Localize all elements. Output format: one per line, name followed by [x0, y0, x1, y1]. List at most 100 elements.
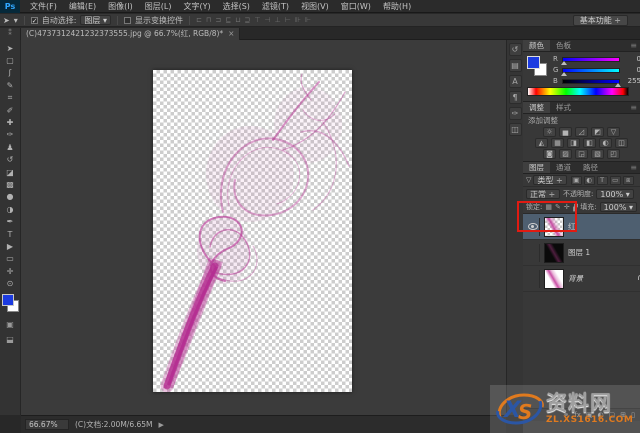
layer-filter-dropdown[interactable]: 类型 ÷	[533, 175, 567, 185]
document-canvas[interactable]	[153, 70, 352, 392]
levels-icon[interactable]: ▅	[559, 127, 572, 137]
layer-row-red[interactable]: 红	[523, 214, 640, 240]
crop-tool[interactable]: ⌗	[1, 92, 20, 104]
menu-image[interactable]: 图像(I)	[102, 0, 139, 13]
align-h-centers-icon[interactable]: ⊓	[206, 16, 211, 24]
document-tab[interactable]: (C)4737312421232373555.jpg @ 66.7%(红, RG…	[21, 28, 241, 40]
blur-tool[interactable]: ●	[1, 191, 20, 203]
eraser-tool[interactable]: ◪	[1, 166, 20, 178]
blue-slider[interactable]	[562, 78, 621, 87]
distribute-bottom-icon[interactable]: ⊥	[275, 16, 281, 24]
visibility-toggle[interactable]	[526, 243, 540, 262]
menu-layer[interactable]: 图层(L)	[139, 0, 178, 13]
exposure-icon[interactable]: ◩	[591, 127, 604, 137]
filter-pixel-layers-icon[interactable]: ▣	[570, 175, 582, 185]
align-top-edges-icon[interactable]: ⊑	[225, 16, 231, 24]
brightness-contrast-icon[interactable]: ☼	[543, 127, 556, 137]
history-panel-icon[interactable]: ↺	[508, 43, 522, 56]
quick-mask-button[interactable]: ▣	[1, 318, 20, 331]
threshold-icon[interactable]: ◲	[575, 149, 588, 159]
color-lookup-icon[interactable]: ◫	[615, 138, 628, 148]
brush-panel-icon[interactable]: ✑	[508, 107, 522, 120]
tab-styles[interactable]: 样式	[550, 102, 577, 113]
opacity-dropdown[interactable]: 100% ▾	[596, 189, 634, 199]
dodge-tool[interactable]: ◑	[1, 203, 20, 215]
tab-close-icon[interactable]: ×	[228, 28, 234, 40]
curves-icon[interactable]: ◿	[575, 127, 588, 137]
menu-help[interactable]: 帮助(H)	[377, 0, 417, 13]
blue-slider-value[interactable]: 255	[623, 77, 640, 85]
hue-saturation-icon[interactable]: ◭	[535, 138, 548, 148]
black-white-icon[interactable]: ◨	[567, 138, 580, 148]
zoom-level-field[interactable]: 66.67%	[25, 419, 69, 430]
tab-paths[interactable]: 路径	[577, 162, 604, 173]
visibility-toggle[interactable]	[526, 269, 540, 288]
pen-tool[interactable]: ✒	[1, 215, 20, 227]
panel-menu-icon[interactable]: ≡	[630, 162, 640, 173]
filter-smart-objects-icon[interactable]: ⧈	[622, 175, 634, 185]
menu-select[interactable]: 选择(S)	[217, 0, 256, 13]
layer-thumbnail[interactable]	[544, 242, 564, 263]
align-bottom-edges-icon[interactable]: ⊒	[245, 16, 251, 24]
filter-shape-layers-icon[interactable]: ▭	[609, 175, 621, 185]
menu-view[interactable]: 视图(V)	[295, 0, 335, 13]
visibility-toggle[interactable]	[526, 217, 540, 236]
auto-select-checkbox[interactable]: ✓	[30, 16, 38, 24]
layer-thumbnail[interactable]	[544, 268, 564, 289]
distribute-h-centers-icon[interactable]: ⊪	[295, 16, 301, 24]
tab-channels[interactable]: 通道	[550, 162, 577, 173]
layer-name[interactable]: 红	[568, 221, 576, 232]
history-brush-tool[interactable]: ↺	[1, 154, 20, 166]
lasso-tool[interactable]: ʃ	[1, 67, 20, 79]
gradient-tool[interactable]: ▩	[1, 178, 20, 190]
menu-file[interactable]: 文件(F)	[24, 0, 63, 13]
distribute-left-icon[interactable]: ⊢	[285, 16, 291, 24]
eyedropper-tool[interactable]: ✐	[1, 104, 20, 116]
lock-pixels-icon[interactable]: ✎	[555, 203, 561, 211]
red-slider[interactable]	[561, 56, 620, 65]
show-transform-checkbox[interactable]	[123, 16, 131, 24]
auto-select-target-dropdown[interactable]: 图层 ▾	[80, 15, 111, 25]
clone-stamp-tool[interactable]: ♟	[1, 141, 20, 153]
layer-row-layer1[interactable]: 图层 1	[523, 240, 640, 266]
zoom-tool[interactable]: ⊙	[1, 277, 20, 289]
tab-overflow-icon[interactable]: ⁑	[0, 28, 21, 40]
workspace-switcher-button[interactable]: 基本功能 ÷	[572, 15, 628, 26]
screen-mode-button[interactable]: ⬓	[1, 333, 20, 346]
layer-name[interactable]: 图层 1	[568, 247, 590, 258]
tab-swatches[interactable]: 色板	[550, 40, 577, 51]
blend-mode-dropdown[interactable]: 正常 ÷	[526, 189, 560, 199]
menu-type[interactable]: 文字(Y)	[177, 0, 216, 13]
layer-thumbnail[interactable]	[544, 216, 564, 237]
rectangular-marquee-tool[interactable]: ▢	[1, 54, 20, 66]
tool-preset-caret-icon[interactable]: ▾	[14, 16, 18, 25]
align-right-edges-icon[interactable]: ⊐	[215, 16, 221, 24]
align-v-centers-icon[interactable]: ⊔	[235, 16, 240, 24]
type-tool[interactable]: T	[1, 228, 20, 240]
tab-layers[interactable]: 图层	[523, 162, 550, 173]
photo-filter-icon[interactable]: ◧	[583, 138, 596, 148]
panel-menu-icon[interactable]: ≡	[630, 102, 640, 113]
move-tool[interactable]: ➤	[1, 42, 20, 54]
path-selection-tool[interactable]: ▶	[1, 240, 20, 252]
filter-type-layers-icon[interactable]: T	[596, 175, 608, 185]
menu-window[interactable]: 窗口(W)	[335, 0, 377, 13]
layer-row-background[interactable]: 背景	[523, 266, 640, 292]
lock-transparency-icon[interactable]: ▦	[545, 203, 552, 211]
gradient-map-icon[interactable]: ▧	[591, 149, 604, 159]
properties-panel-icon[interactable]: ▤	[508, 59, 522, 72]
green-slider[interactable]	[561, 67, 620, 76]
character-panel-icon[interactable]: A	[508, 75, 522, 88]
posterize-icon[interactable]: ▨	[559, 149, 572, 159]
channel-mixer-icon[interactable]: ◐	[599, 138, 612, 148]
invert-icon[interactable]: ◙	[543, 149, 556, 159]
foreground-color-swatch[interactable]	[1, 293, 14, 306]
green-slider-value[interactable]: 0	[623, 66, 640, 74]
align-left-edges-icon[interactable]: ⊏	[196, 16, 202, 24]
fill-dropdown[interactable]: 100% ▾	[599, 202, 637, 212]
paragraph-panel-icon[interactable]: ¶	[508, 91, 522, 104]
spot-healing-brush-tool[interactable]: ✚	[1, 116, 20, 128]
panel-menu-icon[interactable]: ≡	[630, 40, 640, 51]
color-spectrum-ramp[interactable]	[527, 87, 629, 96]
quick-selection-tool[interactable]: ✎	[1, 79, 20, 91]
